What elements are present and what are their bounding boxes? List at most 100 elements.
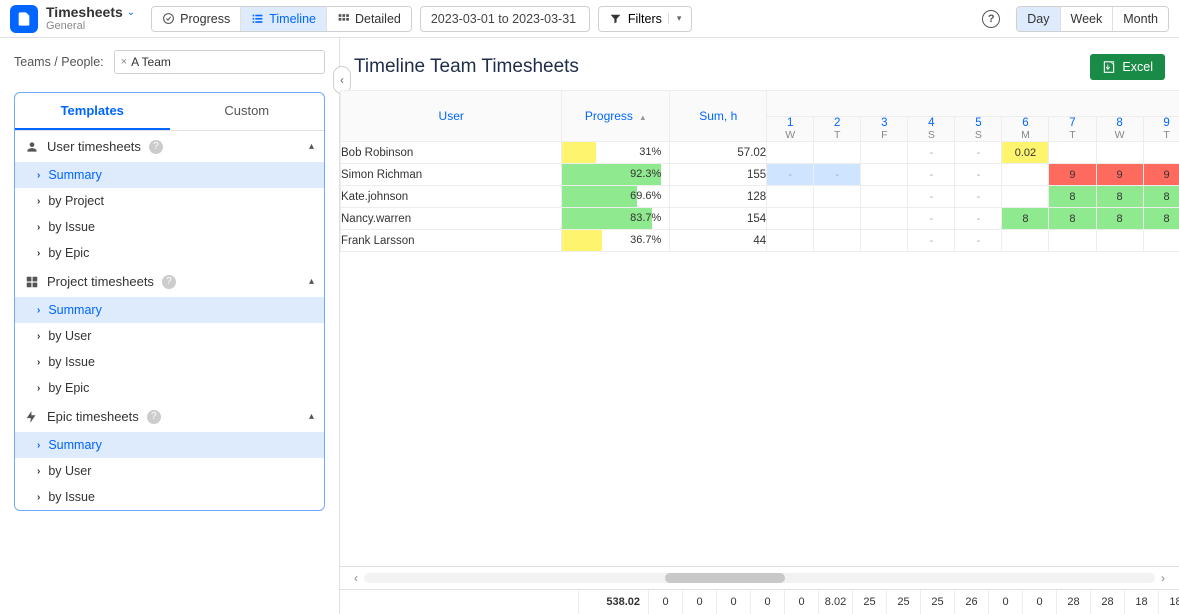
day-cell: 9 xyxy=(1049,164,1096,186)
day-cell xyxy=(1049,142,1096,164)
day-header[interactable]: 7T xyxy=(1049,116,1096,142)
day-header[interactable]: 5S xyxy=(955,116,1002,142)
scroll-track[interactable] xyxy=(364,573,1155,583)
progress-cell: 31% xyxy=(562,142,670,164)
app-subtitle: General xyxy=(46,20,135,32)
day-cell xyxy=(861,208,908,230)
granularity-day-button[interactable]: Day xyxy=(1017,7,1060,31)
help-icon[interactable]: ? xyxy=(982,10,1000,28)
filters-button[interactable]: Filters ▾ xyxy=(598,6,693,32)
progress-cell: 36.7% xyxy=(562,230,670,252)
template-item[interactable]: ›Summary xyxy=(15,432,324,458)
title-block[interactable]: Timesheets ⌄ General xyxy=(46,5,135,32)
view-detailed-button[interactable]: Detailed xyxy=(327,7,411,31)
day-cell: - xyxy=(908,142,955,164)
sum-cell: 155 xyxy=(670,164,767,186)
table-row: Kate.johnson69.6%128--8888--8888 xyxy=(341,186,1179,208)
chevron-up-icon: ▴ xyxy=(309,411,314,422)
tag-remove-icon[interactable]: × xyxy=(121,56,127,68)
filters-caret-icon: ▾ xyxy=(668,13,682,24)
day-header[interactable]: 9T xyxy=(1143,116,1179,142)
team-tag: × A Team xyxy=(121,55,171,69)
day-header[interactable]: 8W xyxy=(1096,116,1143,142)
template-item[interactable]: ›by Epic xyxy=(15,375,324,401)
totals-cell: 18 xyxy=(1158,590,1179,614)
day-header[interactable]: 2T xyxy=(814,116,861,142)
day-cell: 9 xyxy=(1096,164,1143,186)
help-icon[interactable]: ? xyxy=(147,410,161,424)
template-item[interactable]: ›by Issue xyxy=(15,214,324,240)
template-item[interactable]: ›Summary xyxy=(15,162,324,188)
template-item[interactable]: ›by User xyxy=(15,458,324,484)
day-header[interactable]: 1W xyxy=(767,116,814,142)
chevron-right-icon: › xyxy=(37,248,40,259)
day-header[interactable]: 4S xyxy=(908,116,955,142)
template-item[interactable]: ›by Issue xyxy=(15,349,324,375)
totals-cell: 0 xyxy=(716,590,750,614)
tab-templates[interactable]: Templates xyxy=(15,93,170,130)
granularity-week-button[interactable]: Week xyxy=(1061,7,1114,31)
template-item[interactable]: ›Summary xyxy=(15,297,324,323)
section-header[interactable]: User timesheets?▴ xyxy=(15,131,324,162)
section-header[interactable]: Project timesheets?▴ xyxy=(15,266,324,297)
view-switcher: Progress Timeline Detailed xyxy=(151,6,412,32)
chevron-right-icon: › xyxy=(37,222,40,233)
totals-cell: 8.02 xyxy=(818,590,852,614)
granularity-month-button[interactable]: Month xyxy=(1113,7,1168,31)
help-icon[interactable]: ? xyxy=(162,275,176,289)
timeline-grid[interactable]: User Progress▲ Sum, h March 1W2T3F4S5S6M… xyxy=(340,90,1179,566)
template-item[interactable]: ›by Issue xyxy=(15,484,324,510)
template-item[interactable]: ›by User xyxy=(15,323,324,349)
view-progress-button[interactable]: Progress xyxy=(152,7,241,31)
scroll-thumb[interactable] xyxy=(665,573,785,583)
day-cell: 0.02 xyxy=(1002,142,1049,164)
excel-export-button[interactable]: Excel xyxy=(1090,54,1165,80)
tab-custom[interactable]: Custom xyxy=(170,93,325,130)
teams-input[interactable]: × A Team xyxy=(114,50,325,74)
chevron-right-icon: › xyxy=(37,305,40,316)
view-timeline-button[interactable]: Timeline xyxy=(241,7,327,31)
day-cell xyxy=(814,208,861,230)
day-cell xyxy=(1096,142,1143,164)
day-header[interactable]: 3F xyxy=(861,116,908,142)
totals-cell: 0 xyxy=(648,590,682,614)
help-icon[interactable]: ? xyxy=(149,140,163,154)
day-cell xyxy=(1002,164,1049,186)
totals-cell: 0 xyxy=(988,590,1022,614)
section-header[interactable]: Epic timesheets?▴ xyxy=(15,401,324,432)
day-cell: 8 xyxy=(1096,186,1143,208)
day-cell xyxy=(861,142,908,164)
team-tag-label: A Team xyxy=(131,55,171,69)
day-cell xyxy=(1143,142,1179,164)
template-item[interactable]: ›by Project xyxy=(15,188,324,214)
day-header[interactable]: 6M xyxy=(1002,116,1049,142)
col-sum-header[interactable]: Sum, h xyxy=(670,91,766,141)
chevron-right-icon: › xyxy=(37,331,40,342)
chevron-up-icon: ▴ xyxy=(309,141,314,152)
day-cell: 8 xyxy=(1143,208,1179,230)
progress-cell: 83.7% xyxy=(562,208,670,230)
scroll-left-icon[interactable]: ‹ xyxy=(354,571,358,585)
day-cell xyxy=(814,142,861,164)
scroll-right-icon[interactable]: › xyxy=(1161,571,1165,585)
day-cell: 8 xyxy=(1049,208,1096,230)
teams-label: Teams / People: xyxy=(14,55,104,69)
user-cell[interactable]: Frank Larsson xyxy=(341,230,562,252)
template-item[interactable]: ›by Epic xyxy=(15,240,324,266)
horizontal-scrollbar[interactable]: ‹ › xyxy=(340,566,1179,589)
user-cell[interactable]: Nancy.warren xyxy=(341,208,562,230)
top-bar: Timesheets ⌄ General Progress Timeline D… xyxy=(0,0,1179,38)
user-cell[interactable]: Simon Richman xyxy=(341,164,562,186)
day-cell xyxy=(1002,230,1049,252)
totals-cell: 0 xyxy=(784,590,818,614)
view-progress-label: Progress xyxy=(180,12,230,26)
day-cell xyxy=(814,230,861,252)
day-cell: - xyxy=(767,164,814,186)
user-cell[interactable]: Kate.johnson xyxy=(341,186,562,208)
col-user-header[interactable]: User xyxy=(341,91,561,141)
user-cell[interactable]: Bob Robinson xyxy=(341,142,562,164)
table-row: Nancy.warren83.7%154--888810--101022 xyxy=(341,208,1179,230)
day-cell: - xyxy=(955,186,1002,208)
col-progress-header[interactable]: Progress▲ xyxy=(562,91,669,141)
date-range-input[interactable] xyxy=(420,6,590,32)
